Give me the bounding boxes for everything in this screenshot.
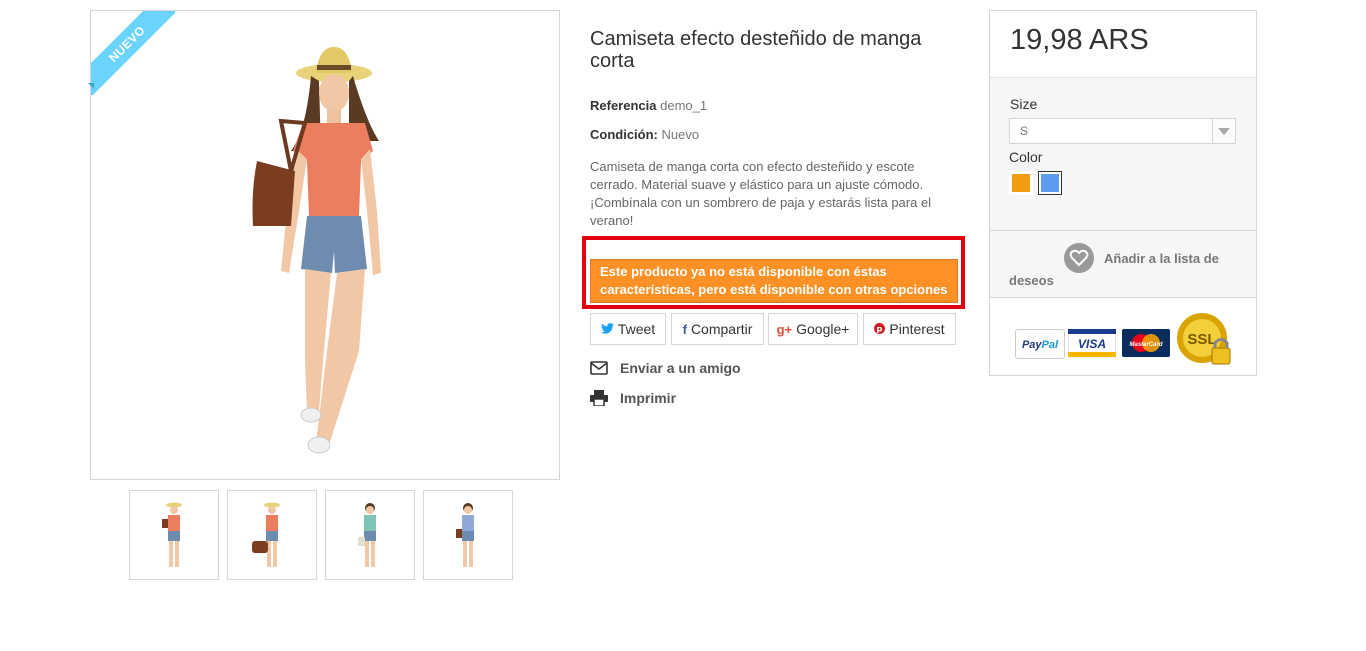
size-label: Size [1010,96,1038,112]
thumbnail-1[interactable] [129,490,219,580]
color-label: Color [1009,149,1043,165]
thumbnail-3[interactable] [325,490,415,580]
svg-text:MasterCard: MasterCard [1129,342,1162,348]
wishlist-label-line2[interactable]: deseos [1009,273,1054,288]
send-to-friend-label: Enviar a un amigo [620,360,741,376]
condition-label: Condición: [590,127,658,142]
ssl-lock-icon: SSL [1176,312,1234,368]
size-select[interactable]: S [1009,118,1236,144]
size-selected-value: S [1020,124,1029,138]
swatch-fill [1041,174,1059,192]
thumbnail-photo [358,503,376,567]
product-condition: Condición: Nuevo [590,127,699,142]
wishlist-label-line1[interactable]: Añadir a la lista de [1104,251,1219,266]
tweet-label: Tweet [617,321,656,337]
share-label: Compartir [690,321,753,337]
visa-icon: VISA [1067,328,1117,358]
new-ribbon: NUEVO [91,11,175,95]
availability-alert: Este producto ya no está disponible con … [590,259,958,303]
main-product-image[interactable]: NUEVO [90,10,560,480]
svg-text:p: p [877,323,883,333]
condition-value: Nuevo [661,127,700,142]
reference-label: Referencia [590,98,657,113]
googleplus-button[interactable]: g+ Google+ [768,313,858,345]
svg-text:VISA: VISA [1078,337,1106,351]
paypal-icon: PayPal [1015,329,1065,359]
thumbnail-2[interactable] [227,490,317,580]
swatch-fill [1012,174,1030,192]
reference-value: demo_1 [660,98,708,113]
print-label: Imprimir [620,390,677,406]
wishlist-button[interactable] [1064,243,1094,273]
googleplus-icon: g+ [776,321,793,337]
tweet-button[interactable]: Tweet [590,313,666,345]
pinterest-icon: p [874,322,886,337]
product-reference: Referencia demo_1 [590,98,707,113]
new-badge-label: NUEVO [91,11,175,95]
heart-icon [1069,249,1089,267]
facebook-share-button[interactable]: f Compartir [671,313,764,345]
color-swatch-blue[interactable] [1038,171,1062,195]
envelope-icon [590,361,608,375]
thumbnail-photo [456,503,474,567]
facebook-icon: f [682,321,687,337]
svg-text:PayPal: PayPal [1022,339,1059,351]
ribbon-fold [88,83,94,89]
product-description: Camiseta de manga corta con efecto deste… [590,159,932,228]
pinterest-button[interactable]: p Pinterest [863,313,956,345]
print-link[interactable]: Imprimir [590,390,676,406]
thumbnail-4[interactable] [423,490,513,580]
googleplus-label: Google+ [796,321,850,337]
chevron-down-icon [1212,119,1235,143]
thumbnail-photo [162,502,182,567]
mastercard-icon: MasterCard [1122,329,1170,357]
product-title: Camiseta efecto desteñido de manga corta [590,28,922,72]
thumbnail-photo [252,502,280,567]
twitter-icon [600,322,614,337]
pinterest-label: Pinterest [889,321,945,337]
color-swatch-orange[interactable] [1009,171,1033,195]
svg-text:SSL: SSL [1187,331,1216,348]
product-price: 19,98 ARS [1010,24,1149,56]
printer-icon [590,390,608,406]
send-to-friend-link[interactable]: Enviar a un amigo [590,360,741,376]
